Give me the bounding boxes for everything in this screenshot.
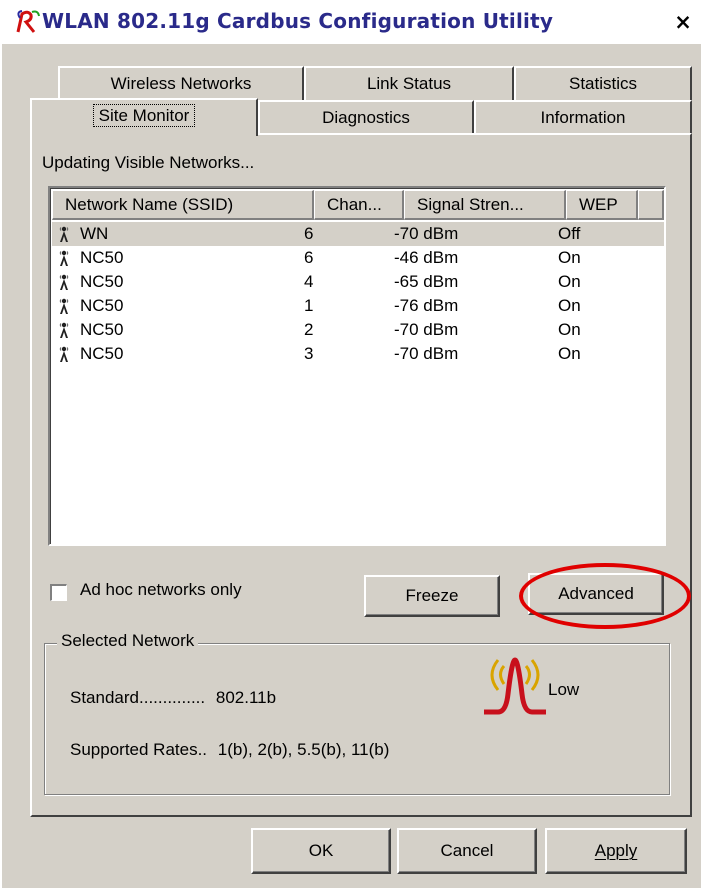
column-header-signal[interactable]: Signal Stren... [404,190,566,220]
network-signal: -70 dBm [394,320,459,339]
tab-information[interactable]: Information [474,100,692,134]
network-signal: -70 dBm [394,224,459,243]
network-row[interactable]: NC50 2 -70 dBm On [52,318,664,342]
network-row[interactable]: NC50 1 -76 dBm On [52,294,664,318]
supported-rates-value: 1(b), 2(b), 5.5(b), 11(b) [217,740,390,759]
network-row[interactable]: NC50 6 -46 dBm On [52,246,664,270]
list-header: Network Name (SSID) Chan... Signal Stren… [52,190,664,220]
standard-label: Standard.............. [70,688,206,707]
title-bar[interactable]: WLAN 802.11g Cardbus Configuration Utili… [0,0,701,44]
column-header-channel[interactable]: Chan... [314,190,404,220]
network-channel: 6 [304,224,314,243]
column-header-wep[interactable]: WEP [566,190,638,220]
tab-label: Wireless Networks [110,74,252,93]
adhoc-checkbox-label[interactable]: Ad hoc networks only [80,580,242,600]
network-row[interactable]: NC50 3 -70 dBm On [52,342,664,366]
ok-button[interactable]: OK [251,828,391,874]
access-point-icon [52,294,80,318]
network-channel: 1 [304,296,314,315]
tab-link-status[interactable]: Link Status [304,66,514,100]
network-list[interactable]: Network Name (SSID) Chan... Signal Stren… [48,186,666,546]
status-text: Updating Visible Networks... [42,153,255,172]
window-title: WLAN 802.11g Cardbus Configuration Utili… [42,9,554,33]
signal-level-text: Low [548,680,580,699]
adhoc-checkbox[interactable] [50,584,67,601]
list-rows: WN 6 -70 dBm Off NC50 6 -46 dBm On NC50 … [52,222,664,366]
standard-row: Standard.............. 802.11b [70,688,276,708]
network-wep: On [558,296,581,315]
supported-rates-row: Supported Rates.. 1(b), 2(b), 5.5(b), 11… [70,740,389,760]
tab-diagnostics[interactable]: Diagnostics [258,100,474,134]
network-signal: -46 dBm [394,248,459,267]
apply-button[interactable]: Apply [545,828,687,874]
access-point-icon [52,342,80,366]
config-utility-window: WLAN 802.11g Cardbus Configuration Utili… [0,0,701,888]
tab-label: Link Status [366,74,452,93]
network-signal: -76 dBm [394,296,459,315]
network-signal: -65 dBm [394,272,459,291]
network-wep: Off [558,224,581,243]
tab-label: Information [540,108,626,127]
network-ssid: NC50 [80,344,124,363]
network-wep: On [558,320,581,339]
advanced-button[interactable]: Advanced [528,573,664,615]
network-channel: 3 [304,344,314,363]
standard-value: 802.11b [215,688,277,707]
tab-label: Diagnostics [322,108,410,127]
network-row[interactable]: WN 6 -70 dBm Off [52,222,664,246]
tab-statistics[interactable]: Statistics [514,66,692,100]
column-header-ssid[interactable]: Network Name (SSID) [52,190,314,220]
network-row[interactable]: NC50 4 -65 dBm On [52,270,664,294]
selected-network-group [44,643,670,795]
network-ssid: NC50 [80,320,124,339]
tab-wireless-networks[interactable]: Wireless Networks [58,66,304,100]
app-logo-icon [14,8,42,36]
supported-rates-label: Supported Rates.. [70,740,208,759]
network-channel: 2 [304,320,314,339]
close-icon[interactable]: × [672,10,694,34]
tab-label: Statistics [568,74,638,93]
column-header-filler [638,190,664,220]
tab-site-monitor[interactable]: Site Monitor [30,98,258,136]
access-point-icon [52,246,80,270]
selected-network-group-label: Selected Network [57,631,199,651]
network-channel: 4 [304,272,314,291]
access-point-icon [52,318,80,342]
network-wep: On [558,248,581,267]
network-signal: -70 dBm [394,344,459,363]
network-wep: On [558,344,581,363]
network-ssid: NC50 [80,272,124,291]
signal-strength-icon [484,657,546,715]
tab-label: Site Monitor [92,104,196,127]
network-ssid: NC50 [80,248,124,267]
access-point-icon [52,222,80,246]
network-ssid: NC50 [80,296,124,315]
network-ssid: WN [80,224,109,243]
freeze-button[interactable]: Freeze [364,575,500,617]
network-wep: On [558,272,581,291]
cancel-button[interactable]: Cancel [397,828,537,874]
access-point-icon [52,270,80,294]
network-channel: 6 [304,248,314,267]
